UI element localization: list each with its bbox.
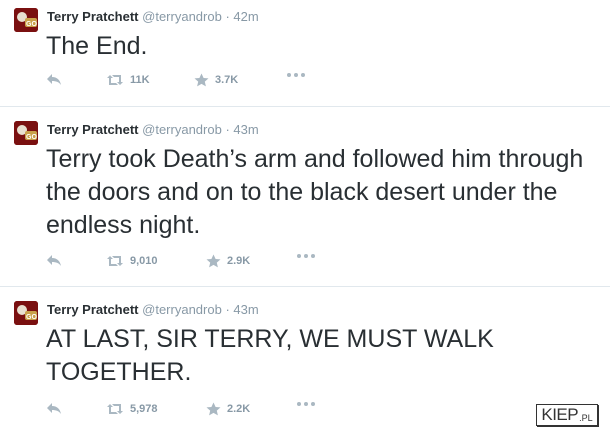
tweet-header: Terry Pratchett @terryandrob · 42m xyxy=(47,8,259,26)
star-icon xyxy=(194,73,209,87)
retweet-count: 5,978 xyxy=(130,403,158,415)
separator-dot: · xyxy=(225,9,230,24)
timestamp[interactable]: 43m xyxy=(233,302,258,317)
tweet-text: The End. xyxy=(46,32,148,60)
more-button[interactable] xyxy=(296,253,316,259)
avatar[interactable]: GO xyxy=(14,8,38,32)
retweet-icon xyxy=(107,75,123,85)
reply-icon xyxy=(47,74,61,85)
timeline: GO Terry Pratchett @terryandrob · 42m Th… xyxy=(0,0,610,436)
retweet-button[interactable]: 5,978 xyxy=(106,401,158,417)
timestamp[interactable]: 43m xyxy=(233,122,258,137)
author-handle[interactable]: @terryandrob xyxy=(142,9,222,24)
favorite-button[interactable]: 2.2K xyxy=(206,401,250,417)
separator-dot: · xyxy=(225,122,230,137)
watermark-suffix: .PL xyxy=(579,413,593,423)
more-button[interactable] xyxy=(296,401,316,407)
tweet[interactable]: GO Terry Pratchett @terryandrob · 43m AT… xyxy=(0,287,610,436)
reply-button[interactable] xyxy=(46,253,62,267)
separator-dot: · xyxy=(225,302,230,317)
author-handle[interactable]: @terryandrob xyxy=(142,302,222,317)
retweet-count: 11K xyxy=(130,74,150,86)
retweet-count: 9,010 xyxy=(130,255,158,267)
author-name[interactable]: Terry Pratchett xyxy=(47,122,139,137)
avatar[interactable]: GO xyxy=(14,121,38,145)
author-handle[interactable]: @terryandrob xyxy=(142,122,222,137)
author-name[interactable]: Terry Pratchett xyxy=(47,302,139,317)
more-dots-icon xyxy=(297,402,315,406)
tweet[interactable]: GO Terry Pratchett @terryandrob · 43m Te… xyxy=(0,107,610,287)
retweet-icon xyxy=(107,256,123,266)
retweet-button[interactable]: 9,010 xyxy=(106,253,158,269)
favorite-count: 3.7K xyxy=(215,74,239,86)
timestamp[interactable]: 42m xyxy=(233,9,258,24)
star-icon xyxy=(206,402,221,416)
reply-button[interactable] xyxy=(46,401,62,415)
watermark-logo: KIEP .PL xyxy=(536,404,598,426)
more-dots-icon xyxy=(287,73,305,77)
avatar[interactable]: GO xyxy=(14,301,38,325)
retweet-button[interactable]: 11K xyxy=(106,72,150,88)
watermark-main: KIEP xyxy=(541,405,579,424)
svg-text:GO: GO xyxy=(26,21,37,28)
favorite-button[interactable]: 3.7K xyxy=(194,72,238,88)
svg-text:GO: GO xyxy=(26,134,37,141)
retweet-icon xyxy=(107,404,123,414)
svg-text:GO: GO xyxy=(26,314,37,321)
tweet-text: AT LAST, SIR TERRY, WE MUST WALK TOGETHE… xyxy=(46,325,494,386)
favorite-count: 2.2K xyxy=(227,403,251,415)
reply-icon xyxy=(47,403,61,414)
author-name[interactable]: Terry Pratchett xyxy=(47,9,139,24)
tweet-header: Terry Pratchett @terryandrob · 43m xyxy=(47,301,259,319)
reply-button[interactable] xyxy=(46,72,62,86)
favorite-count: 2.9K xyxy=(227,255,251,267)
more-button[interactable] xyxy=(286,72,306,78)
reply-icon xyxy=(47,255,61,266)
more-dots-icon xyxy=(297,254,315,258)
tweet[interactable]: GO Terry Pratchett @terryandrob · 42m Th… xyxy=(0,0,610,107)
tweet-header: Terry Pratchett @terryandrob · 43m xyxy=(47,121,259,139)
star-icon xyxy=(206,254,221,268)
tweet-text: Terry took Death’s arm and followed him … xyxy=(46,145,584,239)
favorite-button[interactable]: 2.9K xyxy=(206,253,250,269)
